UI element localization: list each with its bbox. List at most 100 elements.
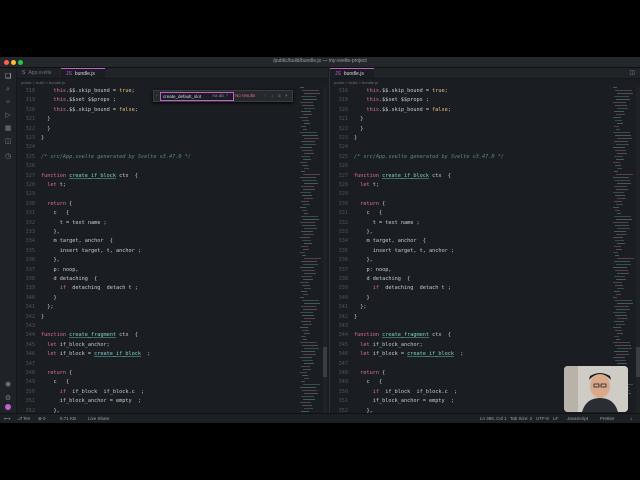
minimap-line [615, 195, 625, 196]
previous-match-icon[interactable]: ↑ [264, 91, 266, 101]
extensions-icon[interactable]: ▦ [4, 124, 12, 132]
run-debug-icon[interactable]: ▷ [4, 111, 12, 119]
tab-size[interactable]: Tab Size: 2 [510, 414, 532, 423]
scrollbar-left[interactable] [323, 87, 327, 414]
minimap-line [301, 246, 308, 247]
minimap-line [301, 261, 317, 262]
line-number: 339 [25, 285, 35, 292]
minimap-line [614, 171, 618, 172]
cursor-position[interactable]: Ln 386, Col 1 [480, 414, 507, 423]
minimap-line [304, 333, 310, 334]
line-number: 335 [25, 247, 35, 254]
minimap-line [303, 99, 317, 100]
minimap-line [302, 270, 315, 271]
notification-dot [5, 404, 11, 410]
minimap-left[interactable] [298, 87, 321, 414]
minimap-line [613, 132, 630, 133]
minimap-line [617, 228, 630, 229]
line-text: }, [41, 257, 60, 264]
scrollbar-right[interactable] [636, 87, 640, 414]
breadcrumb-right[interactable]: public > build > bundle.js [334, 79, 378, 87]
window-title: /public/build/bundle.js — my-svelte-proj… [273, 58, 367, 64]
minimap-line [302, 180, 317, 181]
line-text: let if_block_anchor; [47, 341, 110, 348]
breadcrumb[interactable]: public > build > bundle.js [21, 79, 65, 87]
language-mode[interactable]: JavaScript [567, 414, 588, 423]
minimap-line [615, 315, 627, 316]
remote-icon[interactable]: ◫ [4, 137, 12, 145]
scrollbar-thumb[interactable] [323, 347, 327, 377]
branch-name[interactable]: Ten [23, 414, 30, 423]
line-number: 325 [25, 153, 35, 160]
line-text: c { [354, 379, 383, 386]
search-icon[interactable]: ⌕ [4, 85, 12, 93]
minimap-line [302, 345, 318, 346]
tab-bundle-js-right[interactable]: JS bundle.js [330, 68, 374, 78]
remote-indicator-icon[interactable]: ⟷ [4, 414, 10, 423]
notifications-bell-icon[interactable]: ♪ [630, 414, 632, 423]
line-number: 347 [25, 360, 35, 367]
minimap-line [302, 240, 311, 241]
line-number: 348 [338, 370, 348, 376]
minimap-right[interactable] [611, 87, 634, 414]
minimap-line [617, 168, 622, 169]
minimap-line [613, 222, 628, 223]
minimap-line [617, 258, 634, 259]
settings-gear-icon[interactable]: ⚙ [4, 394, 12, 402]
minimap-line [304, 273, 316, 274]
minimap-line [300, 192, 311, 193]
line-number: 323 [338, 135, 348, 141]
live-share-button[interactable]: Live Share [88, 414, 110, 423]
minimap-line [304, 168, 309, 169]
minimap-line [303, 294, 308, 295]
line-number: 347 [338, 360, 348, 367]
line-text: } [41, 116, 51, 123]
files-icon[interactable]: ❏ [4, 72, 12, 80]
line-number: 336 [25, 257, 35, 264]
formatter[interactable]: Prettier [600, 414, 615, 423]
minimap-line [302, 285, 310, 286]
account-icon[interactable]: ◉ [4, 380, 12, 388]
minimap-line [616, 249, 622, 250]
find-result-count: No results [235, 93, 256, 98]
minimap-line [301, 321, 311, 322]
minimap-line [615, 270, 628, 271]
close-find-icon[interactable]: × [285, 91, 288, 101]
find-in-selection-icon[interactable]: ≡ [278, 91, 281, 101]
minimap-line [614, 141, 628, 142]
line-number: 332 [25, 219, 35, 226]
line-text: c { [41, 210, 70, 217]
find-widget: › create_default_slot Aa ab .* No result… [153, 90, 293, 102]
toggle-replace-chevron-icon[interactable]: › [156, 91, 158, 101]
tab-strip-left: S App.svelte JS bundle.js [17, 68, 328, 79]
line-number: 321 [25, 116, 35, 123]
tab-bundle-js[interactable]: JS bundle.js [61, 68, 105, 78]
find-options[interactable]: Aa ab .* [212, 91, 228, 101]
line-number: 328 [25, 182, 35, 188]
code-view-right[interactable]: 318 this.$$.skip_bound = true; 319 this.$… [330, 87, 640, 414]
timeline-icon[interactable]: ◷ [4, 152, 12, 160]
minimap-line [301, 96, 316, 97]
minimap-line [613, 87, 617, 88]
split-editor-icon[interactable]: ◫ [629, 69, 635, 76]
line-text: }, [354, 229, 373, 235]
minimap-line [302, 405, 312, 406]
scrollbar-thumb[interactable] [636, 347, 640, 377]
tab-app-svelte[interactable]: S App.svelte [17, 68, 59, 78]
minimap-line [617, 93, 633, 94]
minimap-line [303, 159, 311, 160]
next-match-icon[interactable]: ↓ [271, 91, 273, 101]
minimap-line [300, 342, 317, 343]
encoding[interactable]: UTF-8 [536, 414, 549, 423]
problems-count[interactable]: 0 [43, 414, 46, 423]
minimap-line [303, 249, 309, 250]
minimap-line [613, 237, 623, 238]
minimap-line [616, 339, 620, 340]
minimap-line [616, 219, 632, 220]
minimap-line [301, 396, 314, 397]
line-text: } [41, 294, 57, 301]
end-of-line[interactable]: LF [553, 414, 558, 423]
minimap-line [617, 123, 623, 124]
source-control-icon[interactable]: ⑂ [4, 98, 12, 106]
code-view-left[interactable]: 318 this.$$.skip_bound = true; 319 this.$… [17, 87, 328, 414]
